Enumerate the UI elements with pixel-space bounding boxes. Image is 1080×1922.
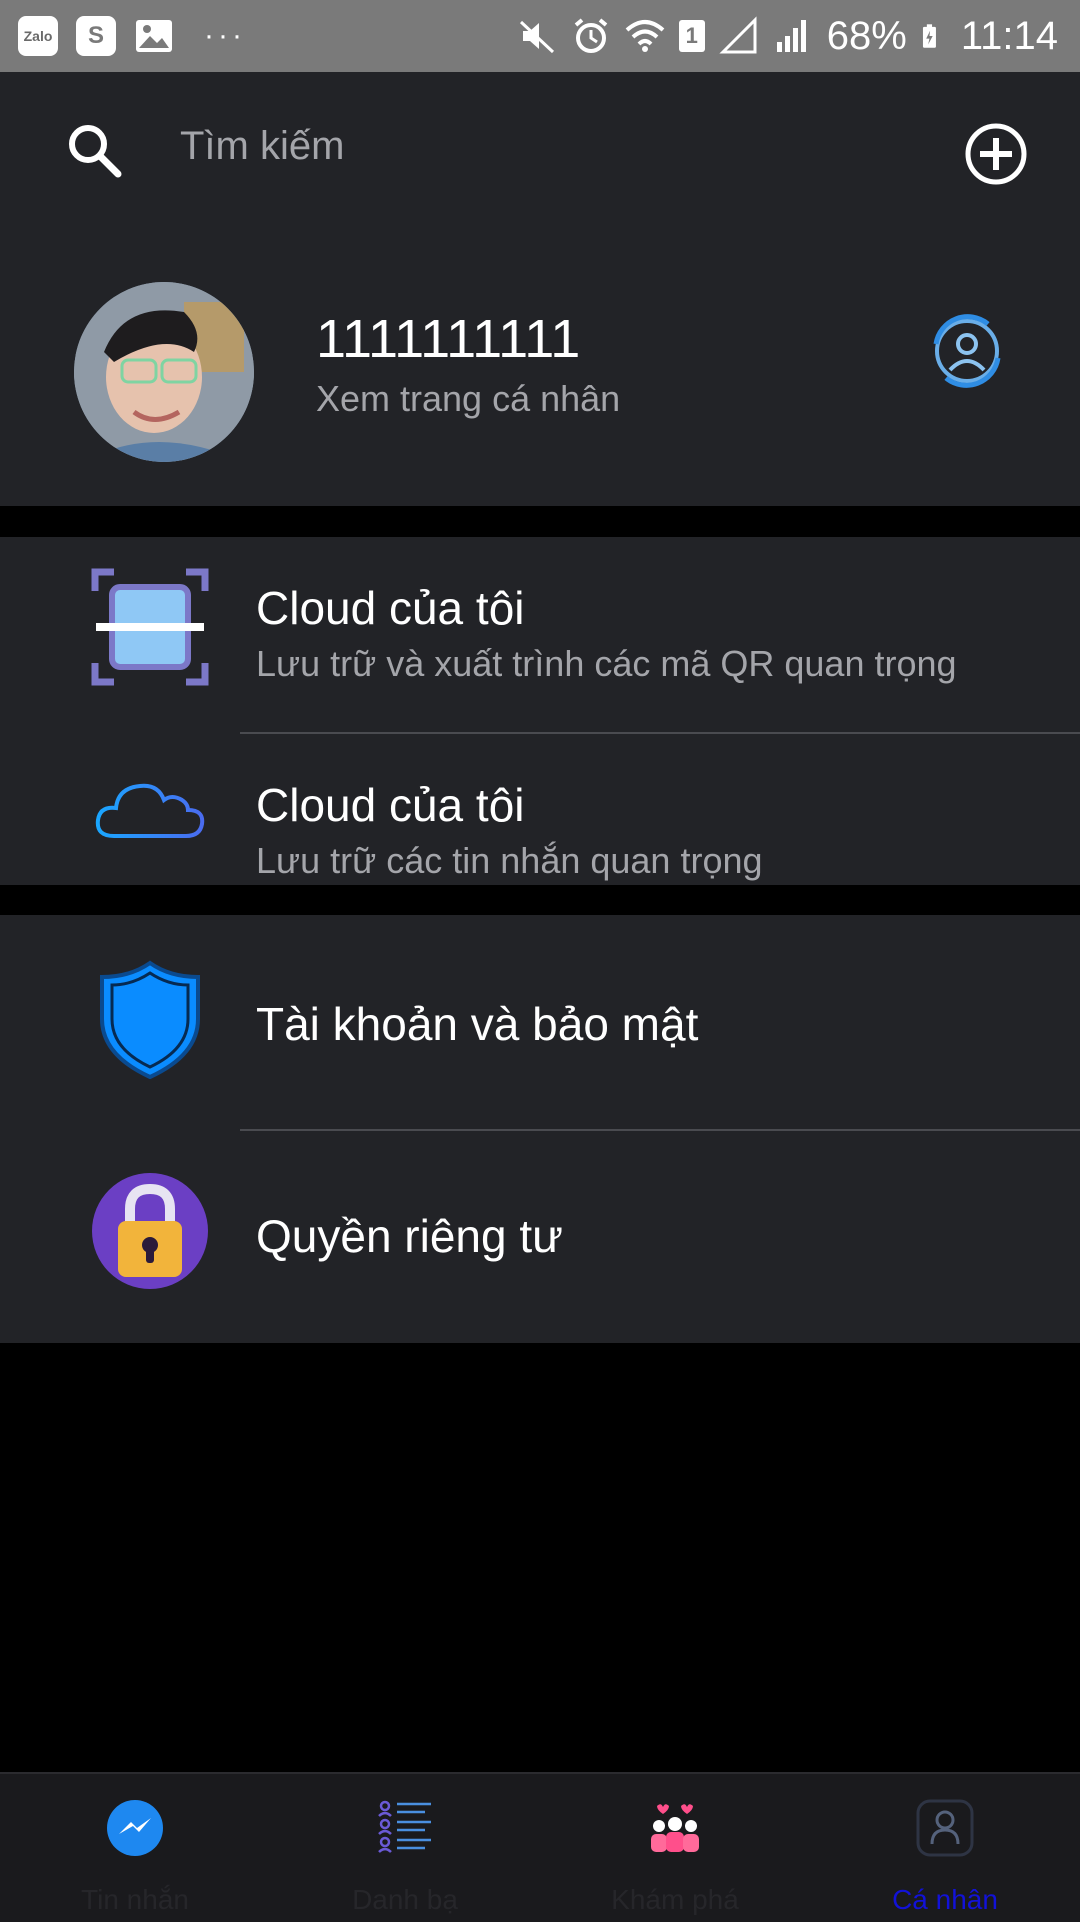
- tab-profile[interactable]: Cá nhân: [810, 1774, 1080, 1922]
- alarm-icon: [574, 18, 608, 53]
- profile-card[interactable]: 1111111111 Xem trang cá nhân: [0, 242, 1080, 506]
- menu-item-title: Tài khoản và bảo mật: [256, 998, 699, 1050]
- cloud-icon: [95, 783, 205, 838]
- switch-account-icon[interactable]: [926, 310, 1008, 392]
- tab-label: Tin nhắn: [81, 1884, 189, 1915]
- menu-item-title: Cloud của tôi: [256, 779, 525, 831]
- tab-contacts[interactable]: Danh bạ: [270, 1774, 540, 1922]
- menu-item-title: Quyền riêng tư: [256, 1210, 563, 1262]
- menu-item-my-cloud[interactable]: Cloud của tôi Lưu trữ các tin nhắn quan …: [0, 734, 1080, 885]
- contacts-icon: [378, 1800, 431, 1853]
- settings-group: Tài khoản và bảo mật Quyền riêng tư: [0, 915, 1080, 1343]
- header: Tìm kiếm: [0, 72, 1080, 242]
- wifi-icon: [625, 20, 665, 52]
- menu-item-subtitle: Lưu trữ và xuất trình các mã QR quan trọ…: [256, 643, 957, 684]
- gallery-icon: [136, 20, 172, 52]
- tab-messages[interactable]: Tin nhắn: [0, 1774, 270, 1922]
- signal-icon: [719, 16, 757, 54]
- shopee-icon: S: [76, 16, 116, 56]
- mute-icon: [519, 20, 554, 54]
- profile-name: 1111111111: [316, 309, 581, 369]
- tab-label: Danh bạ: [352, 1884, 458, 1915]
- profile-icon: [916, 1799, 974, 1857]
- view-profile-link[interactable]: Xem trang cá nhân: [316, 378, 620, 420]
- status-bar: Zalo S ··· 1 68% 11:14: [0, 0, 1080, 72]
- menu-item-title: Cloud của tôi: [256, 582, 525, 634]
- search-input[interactable]: Tìm kiếm: [180, 124, 344, 169]
- bottom-nav: Tin nhắn Danh bạ Khám phá Cá nhân: [0, 1772, 1080, 1922]
- avatar[interactable]: [74, 282, 254, 462]
- battery-percent: 68%: [826, 13, 907, 58]
- menu-item-subtitle: Lưu trữ các tin nhắn quan trọng: [256, 840, 763, 881]
- tab-label: Khám phá: [611, 1884, 739, 1915]
- clock: 11:14: [960, 13, 1058, 58]
- zalo-icon: Zalo: [18, 16, 58, 56]
- shield-icon: [100, 960, 200, 1079]
- battery-charging-icon: [922, 24, 936, 48]
- lock-icon: [92, 1173, 208, 1289]
- discover-icon: [651, 1804, 699, 1852]
- more-notifications-icon: ···: [204, 19, 246, 52]
- tab-label: Cá nhân: [892, 1884, 998, 1915]
- menu-item-account-security[interactable]: Tài khoản và bảo mật: [0, 915, 1080, 1129]
- menu-item-privacy[interactable]: Quyền riêng tư: [0, 1131, 1080, 1343]
- avatar-photo: [74, 282, 254, 462]
- menu-item-qr-wallet[interactable]: Cloud của tôi Lưu trữ và xuất trình các …: [0, 537, 1080, 733]
- tab-discover[interactable]: Khám phá: [540, 1774, 810, 1922]
- add-icon[interactable]: [964, 122, 1028, 186]
- messenger-icon: [107, 1800, 163, 1856]
- search-icon[interactable]: [64, 120, 124, 180]
- signal-bars-icon: [776, 20, 806, 52]
- storage-group: Cloud của tôi Lưu trữ và xuất trình các …: [0, 537, 1080, 885]
- qr-scan-icon: [91, 568, 209, 686]
- sim-badge: 1: [678, 20, 705, 52]
